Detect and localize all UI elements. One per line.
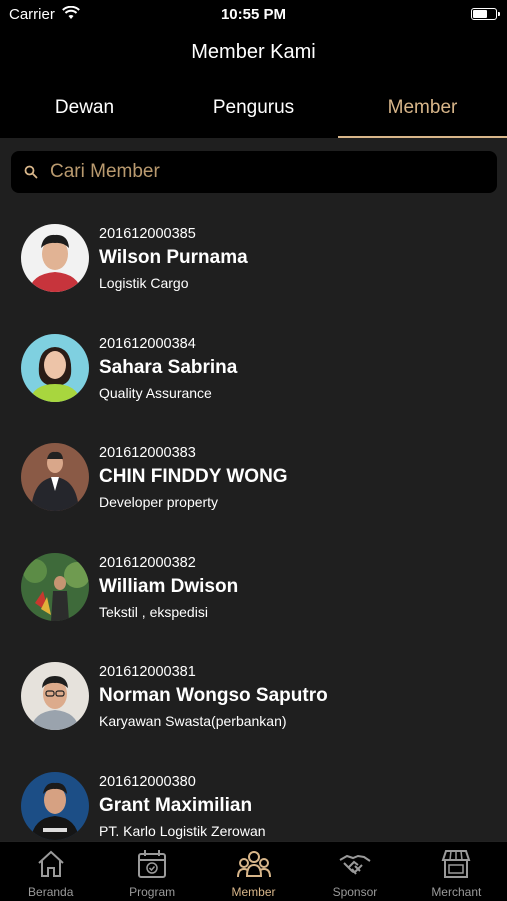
member-job: Logistik Cargo <box>99 275 189 291</box>
member-name: William Dwison <box>99 575 239 597</box>
member-list: 201612000385 Wilson Purnama Logistik Car… <box>0 204 507 841</box>
member-name: Sahara Sabrina <box>99 356 238 378</box>
tabbar-merchant[interactable]: Merchant <box>406 842 507 901</box>
search-section <box>0 138 507 204</box>
avatar <box>21 771 89 840</box>
status-bar: Carrier 10:55 PM <box>0 0 507 30</box>
avatar <box>21 662 89 731</box>
tabbar-program[interactable]: Program <box>101 842 202 901</box>
member-id: 201612000380 <box>99 773 196 790</box>
member-name: Norman Wongso Saputro <box>99 685 328 707</box>
list-item[interactable]: 201612000384 Sahara Sabrina Quality Assu… <box>0 314 507 424</box>
search-icon <box>24 165 38 179</box>
tabbar-label: Sponsor <box>332 885 378 899</box>
avatar <box>21 443 89 512</box>
handshake-icon <box>339 854 371 875</box>
tabbar-sponsor[interactable]: Sponsor <box>304 842 405 901</box>
tab-dewan[interactable]: Dewan <box>0 80 169 138</box>
tabbar-label: Member <box>231 885 276 899</box>
search-bar[interactable] <box>11 151 497 193</box>
tabbar-label: Beranda <box>28 885 74 899</box>
member-name: Grant Maximilian <box>99 794 253 816</box>
store-icon <box>441 850 471 878</box>
tabbar-label: Program <box>129 885 176 899</box>
list-item[interactable]: 201612000385 Wilson Purnama Logistik Car… <box>0 204 507 314</box>
members-icon <box>236 851 271 878</box>
member-id: 201612000384 <box>99 335 196 352</box>
avatar <box>21 224 89 292</box>
member-id: 201612000381 <box>99 664 196 681</box>
bottom-tab-bar: Beranda Program Member Sponsor Merchant <box>0 841 507 901</box>
member-job: PT. Karlo Logistik Zerowan <box>99 822 266 839</box>
battery-icon <box>471 8 500 20</box>
member-job: Developer property <box>99 494 219 511</box>
list-item[interactable]: 201612000383 CHIN FINDDY WONG Developer … <box>0 423 507 533</box>
calendar-icon <box>138 850 167 878</box>
avatar <box>21 333 89 402</box>
home-icon <box>38 850 64 877</box>
member-job: Tekstil , ekspedisi <box>99 603 208 620</box>
member-name: CHIN FINDDY WONG <box>99 466 288 488</box>
member-id: 201612000382 <box>99 554 196 571</box>
search-input[interactable] <box>48 160 452 184</box>
avatar <box>21 552 89 621</box>
segment-tabs: Dewan Pengurus Member <box>0 80 507 138</box>
tab-pengurus[interactable]: Pengurus <box>169 80 338 138</box>
list-item[interactable]: 201612000380 Grant Maximilian PT. Karlo … <box>0 752 507 841</box>
member-job: Karyawan Swasta(perbankan) <box>99 713 287 730</box>
page-title: Member Kami <box>191 41 316 63</box>
navigation-bar: Member Kami <box>0 30 507 80</box>
tab-member[interactable]: Member <box>338 80 507 138</box>
tabbar-member[interactable]: Member <box>203 842 304 901</box>
member-id: 201612000383 <box>99 445 196 462</box>
status-time: 10:55 PM <box>220 6 287 23</box>
tabbar-label: Merchant <box>431 885 482 899</box>
list-item[interactable]: 201612000382 William Dwison Tekstil , ek… <box>0 533 507 643</box>
list-item[interactable]: 201612000381 Norman Wongso Saputro Karya… <box>0 642 507 752</box>
tabbar-beranda[interactable]: Beranda <box>0 842 101 901</box>
member-name: Wilson Purnama <box>99 247 248 268</box>
member-id: 201612000385 <box>99 226 196 242</box>
member-job: Quality Assurance <box>99 384 212 401</box>
